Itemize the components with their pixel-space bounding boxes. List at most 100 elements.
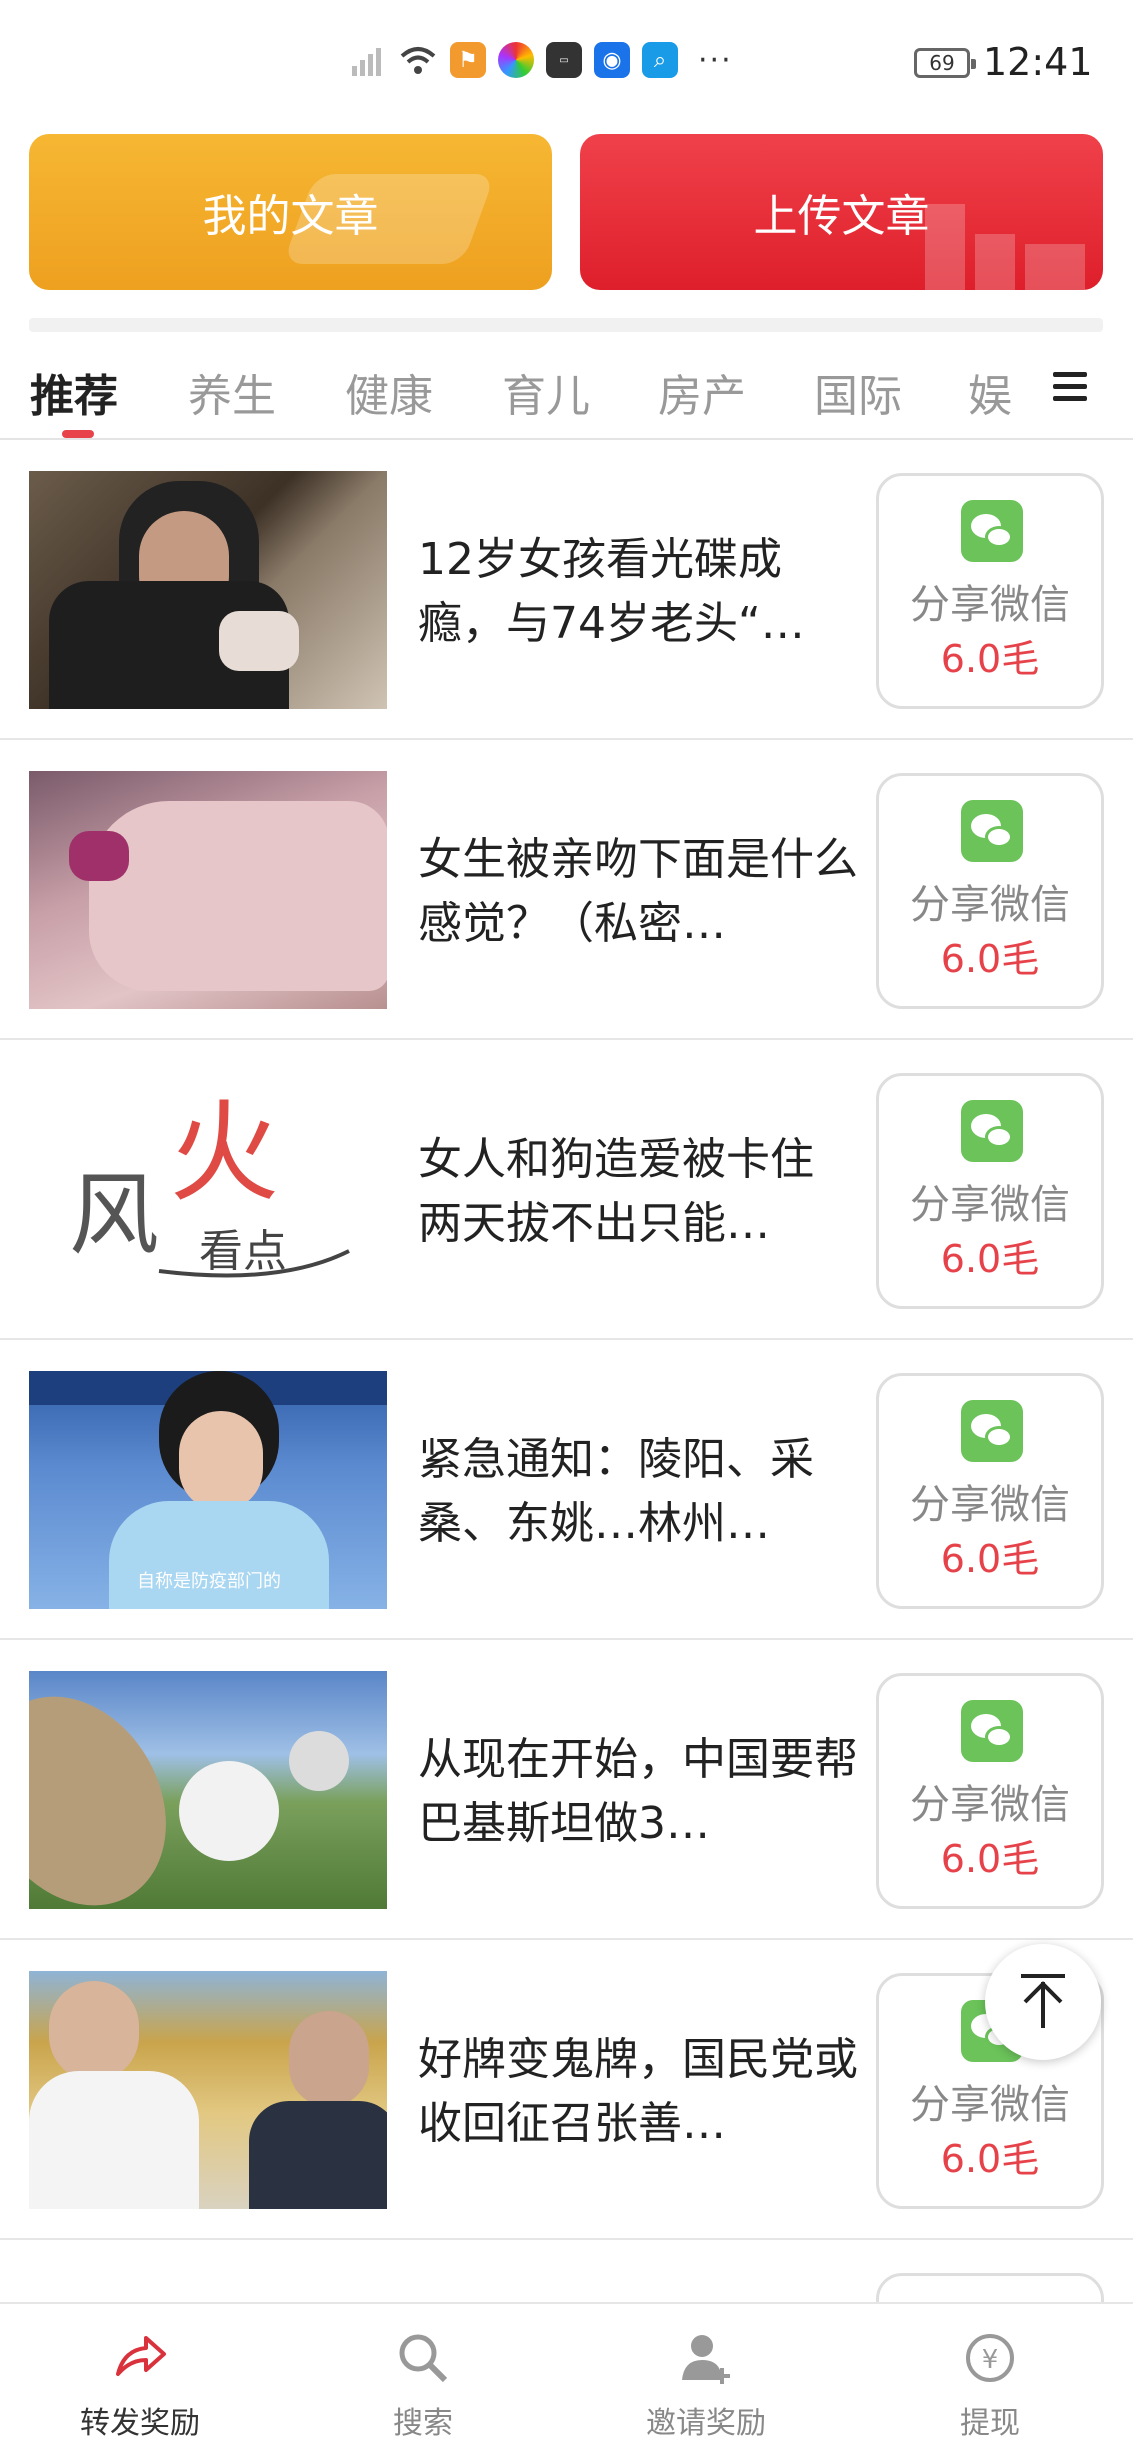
bottom-navigation: 转发奖励 搜索 邀请奖励 ¥ 提现 xyxy=(0,2302,1133,2453)
nav-label: 搜索 xyxy=(393,2406,453,2441)
news-caption: 自称是防疫部门的 xyxy=(137,1571,281,1592)
wechat-icon xyxy=(961,1700,1023,1762)
share-reward: 6.0毛 xyxy=(940,937,1040,981)
app-screen: ⚑ ▭ ◉ ⌕ ··· 69 12:41 我的文章 上传文章 推荐 养生 健康 … xyxy=(0,0,1133,2453)
bulb-app-icon: ◉ xyxy=(594,42,630,78)
article-title[interactable]: 紧急通知：陵阳、采桑、东姚…林州… xyxy=(418,1428,858,1556)
svg-text:看点: 看点 xyxy=(199,1226,287,1277)
menu-icon[interactable] xyxy=(1053,372,1087,402)
share-wechat-button[interactable]: 分享微信 6.0毛 xyxy=(876,1073,1104,1309)
my-articles-button[interactable]: 我的文章 xyxy=(29,134,552,290)
article-thumbnail[interactable]: 风 火 看点 xyxy=(29,1071,387,1309)
upload-article-label: 上传文章 xyxy=(753,191,930,242)
nav-label: 转发奖励 xyxy=(80,2406,200,2441)
article-item[interactable]: 风 火 看点 女人和狗造爱被卡住 两天拔不出只能… 分享微信 6.0毛 xyxy=(0,1040,1133,1340)
more-status-icon: ··· xyxy=(698,42,733,78)
nav-forward-reward[interactable]: 转发奖励 xyxy=(30,2318,250,2442)
tab-recommend[interactable]: 推荐 xyxy=(30,360,118,424)
article-title[interactable]: 12岁女孩看光碟成瘾，与74岁老头“… xyxy=(418,528,858,656)
article-item[interactable]: 12岁女孩看光碟成瘾，与74岁老头“… 分享微信 6.0毛 xyxy=(0,440,1133,740)
search-app-icon: ⌕ xyxy=(642,42,678,78)
article-item[interactable]: 从现在开始，中国要帮巴基斯坦做3… 分享微信 6.0毛 xyxy=(0,1640,1133,1940)
satellite-dish-white xyxy=(179,1761,279,1861)
share-reward: 6.0毛 xyxy=(940,1537,1040,1581)
wifi-icon xyxy=(400,47,436,74)
wechat-icon xyxy=(961,1100,1023,1162)
wechat-icon xyxy=(961,500,1023,562)
running-app-icon: ⚑ xyxy=(450,42,486,78)
article-item[interactable]: 女生被亲吻下面是什么感觉？（私密… 分享微信 6.0毛 xyxy=(0,740,1133,1040)
yuan-coin-icon: ¥ xyxy=(966,2334,1014,2382)
battery-icon: 69 xyxy=(914,48,976,78)
satellite-dish-small xyxy=(289,1731,349,1791)
add-user-icon xyxy=(682,2335,730,2384)
active-tab-indicator xyxy=(62,430,94,438)
nav-invite-reward[interactable]: 邀请奖励 xyxy=(596,2318,816,2442)
share-reward: 6.0毛 xyxy=(940,1237,1040,1281)
upload-decoration-bar-2 xyxy=(975,234,1015,290)
tab-health[interactable]: 健康 xyxy=(345,360,433,424)
header-divider xyxy=(29,318,1103,332)
nav-search[interactable]: 搜索 xyxy=(313,2318,533,2442)
article-thumbnail[interactable] xyxy=(29,471,387,709)
status-icons: ⚑ ▭ ◉ ⌕ ··· xyxy=(350,42,733,78)
share-label: 分享微信 xyxy=(910,1482,1070,1528)
article-thumbnail[interactable]: 自称是防疫部门的 xyxy=(29,1371,387,1609)
my-articles-label: 我的文章 xyxy=(202,191,379,242)
tab-health-care[interactable]: 养生 xyxy=(188,360,276,424)
share-reward: 6.0毛 xyxy=(940,1837,1040,1881)
share-wechat-button[interactable]: 分享微信 6.0毛 xyxy=(876,1673,1104,1909)
article-thumbnail[interactable] xyxy=(29,1671,387,1909)
nav-label: 提现 xyxy=(960,2406,1020,2441)
tab-parenting[interactable]: 育儿 xyxy=(502,360,590,424)
arrow-up-icon xyxy=(1021,1974,1065,2028)
share-reward: 6.0毛 xyxy=(940,637,1040,681)
share-label: 分享微信 xyxy=(910,2082,1070,2128)
person-left-body xyxy=(29,2071,199,2209)
status-time: 12:41 xyxy=(983,40,1093,84)
wechat-icon xyxy=(961,800,1023,862)
article-thumbnail[interactable] xyxy=(29,1971,387,2209)
share-label: 分享微信 xyxy=(910,582,1070,628)
person-right-body xyxy=(249,2101,387,2209)
share-wechat-button[interactable]: 分享微信 6.0毛 xyxy=(876,473,1104,709)
tab-international[interactable]: 国际 xyxy=(814,360,902,424)
thumbnail-accent xyxy=(69,831,129,881)
upload-decoration-bar-1 xyxy=(925,204,965,290)
article-thumbnail[interactable] xyxy=(29,771,387,1009)
signal-icon xyxy=(352,48,381,76)
anchor-face xyxy=(179,1411,263,1511)
share-reward: 6.0毛 xyxy=(940,2137,1040,2181)
battery-level: 69 xyxy=(929,51,955,75)
article-title[interactable]: 女人和狗造爱被卡住 两天拔不出只能… xyxy=(418,1128,858,1256)
category-tabs: 推荐 养生 健康 育儿 房产 国际 娱 xyxy=(0,350,1133,440)
satellite-dish-large xyxy=(29,1671,203,1909)
share-label: 分享微信 xyxy=(910,1182,1070,1228)
upload-decoration-bar-3 xyxy=(1025,244,1085,290)
status-bar: ⚑ ▭ ◉ ⌕ ··· 69 12:41 xyxy=(0,0,1133,120)
article-item[interactable]: 自称是防疫部门的 紧急通知：陵阳、采桑、东姚…林州… 分享微信 6.0毛 xyxy=(0,1340,1133,1640)
share-arrow-icon xyxy=(116,2336,166,2376)
huawei-store-icon: ▭ xyxy=(546,42,582,78)
scroll-to-top-button[interactable] xyxy=(985,1944,1101,2060)
thumbnail-baby xyxy=(219,611,299,671)
svg-text:火: 火 xyxy=(169,1089,279,1217)
share-wechat-button[interactable]: 分享微信 6.0毛 xyxy=(876,1373,1104,1609)
wechat-icon xyxy=(961,1400,1023,1462)
colorful-app-icon xyxy=(498,42,534,78)
article-title[interactable]: 好牌变鬼牌，国民党或收回征召张善… xyxy=(418,2028,858,2156)
article-title[interactable]: 女生被亲吻下面是什么感觉？（私密… xyxy=(418,828,858,956)
article-title[interactable]: 从现在开始，中国要帮巴基斯坦做3… xyxy=(418,1728,858,1856)
person-left-face xyxy=(49,1981,139,2081)
tab-real-estate[interactable]: 房产 xyxy=(658,360,746,424)
fenghuo-logo: 风 火 看点 xyxy=(69,1089,350,1278)
person-right-face xyxy=(289,2011,369,2107)
article-item[interactable]: 好牌变鬼牌，国民党或收回征召张善… 分享微信 6.0毛 xyxy=(0,1940,1133,2240)
svg-text:风: 风 xyxy=(69,1163,159,1268)
upload-article-button[interactable]: 上传文章 xyxy=(580,134,1103,290)
nav-withdraw[interactable]: ¥ 提现 xyxy=(880,2318,1100,2442)
search-icon xyxy=(399,2334,448,2383)
share-wechat-button[interactable]: 分享微信 6.0毛 xyxy=(876,773,1104,1009)
tab-entertainment[interactable]: 娱 xyxy=(968,360,1012,424)
share-label: 分享微信 xyxy=(910,882,1070,928)
